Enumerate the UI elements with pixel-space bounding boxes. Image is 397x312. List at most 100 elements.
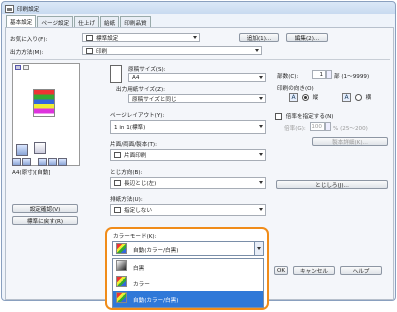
layout-icon-row [12, 158, 67, 166]
color-mode-select[interactable]: 自動(カラー/白黒) [112, 241, 264, 256]
single-side-icon [114, 152, 121, 158]
preview-toggle-icon-alt[interactable] [23, 65, 29, 70]
scale-checkbox-row[interactable]: 倍率を指定する(N) [275, 112, 334, 120]
settings-confirm-button[interactable]: 設定確認(V) [12, 204, 78, 213]
copies-stepper[interactable] [326, 70, 332, 79]
landscape-label: 横 [365, 95, 372, 101]
option-mono[interactable]: 白黒 [113, 259, 263, 275]
color-mode-options: 白黒 カラー 自動(カラー/白黒) [112, 258, 264, 308]
portrait-a-icon: A [289, 93, 298, 102]
chevron-down-icon [259, 153, 263, 156]
option-color-label: カラー [133, 282, 150, 288]
paper-size-label: 原稿サイズ(S): [128, 67, 166, 73]
tab-paper-source[interactable]: 給紙 [100, 16, 120, 27]
copies-label: 部数(C): [277, 74, 299, 80]
profile-icon [86, 34, 93, 41]
page-layout-value: 1 in 1(標準) [114, 125, 146, 131]
print-icon [86, 47, 93, 54]
chevron-down-icon [259, 97, 263, 100]
booklet-icon [58, 158, 67, 166]
chevron-down-icon [259, 76, 263, 79]
chevron-down-icon [255, 49, 259, 52]
duplex-label: 片面/両面/製本(T): [110, 142, 157, 148]
copies-input[interactable]: 1 [312, 70, 326, 79]
duplex-value: 片面印刷 [124, 153, 147, 159]
orientation-portrait[interactable]: A 縦 [289, 93, 318, 102]
color-icon [116, 276, 127, 287]
page-layout-label: ページレイアウト(Y): [110, 113, 165, 119]
chevron-down-icon [193, 36, 197, 39]
option-color[interactable]: カラー [113, 275, 263, 291]
output-tray-icon [114, 207, 121, 213]
auto-color-icon [116, 243, 127, 254]
page-thumbnail [33, 89, 55, 117]
option-auto-label: 自動(カラー/白黒) [133, 298, 179, 304]
help-button[interactable]: ヘルプ [340, 266, 382, 275]
mono-icon [116, 260, 127, 271]
output-size-value: 原稿サイズと同じ [132, 96, 177, 103]
tab-page-setup[interactable]: ページ設定 [37, 16, 74, 27]
restore-defaults-button[interactable]: 標準に戻す(R) [12, 216, 78, 225]
scale-checkbox[interactable] [275, 113, 282, 120]
profile-label: お気に入り(F): [10, 37, 48, 43]
staple-icon [38, 158, 47, 166]
title-bar: 印刷設定 [2, 2, 395, 15]
paper-stack-icon [34, 142, 46, 154]
output-method-value: 印刷 [96, 48, 108, 55]
binding-value: 長辺とじ(左) [124, 181, 157, 187]
binding-label: とじ方向(B): [110, 170, 143, 176]
window-title: 印刷設定 [17, 6, 40, 13]
chevron-down-icon[interactable] [254, 242, 263, 255]
scale-stepper[interactable] [325, 122, 331, 131]
device-icon [16, 144, 28, 156]
portrait-layout-icon [12, 158, 21, 166]
scale-range: % (25〜200) [333, 126, 368, 132]
orientation-landscape[interactable]: A 横 [342, 93, 371, 102]
output-size-select[interactable]: 原稿サイズと同じ [128, 94, 266, 103]
chevron-down-icon [259, 125, 263, 128]
page-layout-select[interactable]: 1 in 1(標準) [110, 120, 266, 134]
profile-value: 標準設定 [96, 35, 119, 42]
scale-value: 100 [311, 123, 322, 130]
output-method-label: 出力方法(M): [10, 50, 44, 56]
portrait-label: 縦 [312, 95, 319, 101]
landscape-layout-icon [22, 158, 31, 166]
color-mode-label: カラーモード(K): [113, 234, 157, 240]
long-edge-icon [114, 180, 121, 186]
preview-caption: A4(原寸)[自動] [12, 170, 51, 176]
paper-size-select[interactable]: A4 [128, 73, 266, 82]
binding-margin-button[interactable]: とじしろ(J)... [276, 180, 388, 189]
tab-finishing[interactable]: 仕上げ [74, 16, 100, 27]
scale-input[interactable]: 100 [310, 122, 325, 131]
chevron-down-icon [259, 181, 263, 184]
ok-button[interactable]: OK [274, 266, 288, 275]
orientation-label: 印刷の向き(O) [277, 86, 314, 92]
punch-icon [48, 158, 57, 166]
copies-range: 部 (1〜9999) [334, 74, 370, 80]
discharge-value: 指定しない [124, 208, 152, 214]
landscape-a-icon: A [342, 93, 351, 102]
portrait-radio[interactable] [301, 94, 309, 101]
color-mode-callout: カラーモード(K): 自動(カラー/白黒) 白黒 カラー 自動(カラー/白黒) [105, 227, 269, 310]
add-profile-button[interactable]: 追加(1)... [239, 33, 279, 42]
divider [10, 59, 390, 60]
duplex-select[interactable]: 片面印刷 [110, 149, 266, 161]
paper-size-value: A4 [132, 74, 140, 81]
landscape-radio[interactable] [354, 94, 362, 101]
tab-basic[interactable]: 基本設定 [6, 15, 37, 27]
option-mono-label: 白黒 [133, 266, 145, 272]
binding-select[interactable]: 長辺とじ(左) [110, 177, 266, 189]
paper-icon [110, 65, 122, 83]
printer-icon [5, 4, 14, 13]
scale-label: 倍率(G): [284, 126, 306, 132]
color-mode-value: 自動(カラー/白黒) [133, 248, 179, 254]
profile-select[interactable]: 標準設定 [82, 33, 200, 42]
output-method-select[interactable]: 印刷 [82, 46, 262, 55]
option-auto[interactable]: 自動(カラー/白黒) [113, 291, 263, 307]
edit-profile-button[interactable]: 編集(2)... [286, 33, 328, 42]
cancel-button[interactable]: キャンセル [293, 266, 335, 275]
gutter-detail-button[interactable]: 製本詳細(K)... [312, 137, 388, 146]
discharge-select[interactable]: 指定しない [110, 204, 266, 216]
tab-quality[interactable]: 印刷品質 [120, 16, 151, 27]
preview-toggle-icon[interactable] [15, 65, 21, 70]
